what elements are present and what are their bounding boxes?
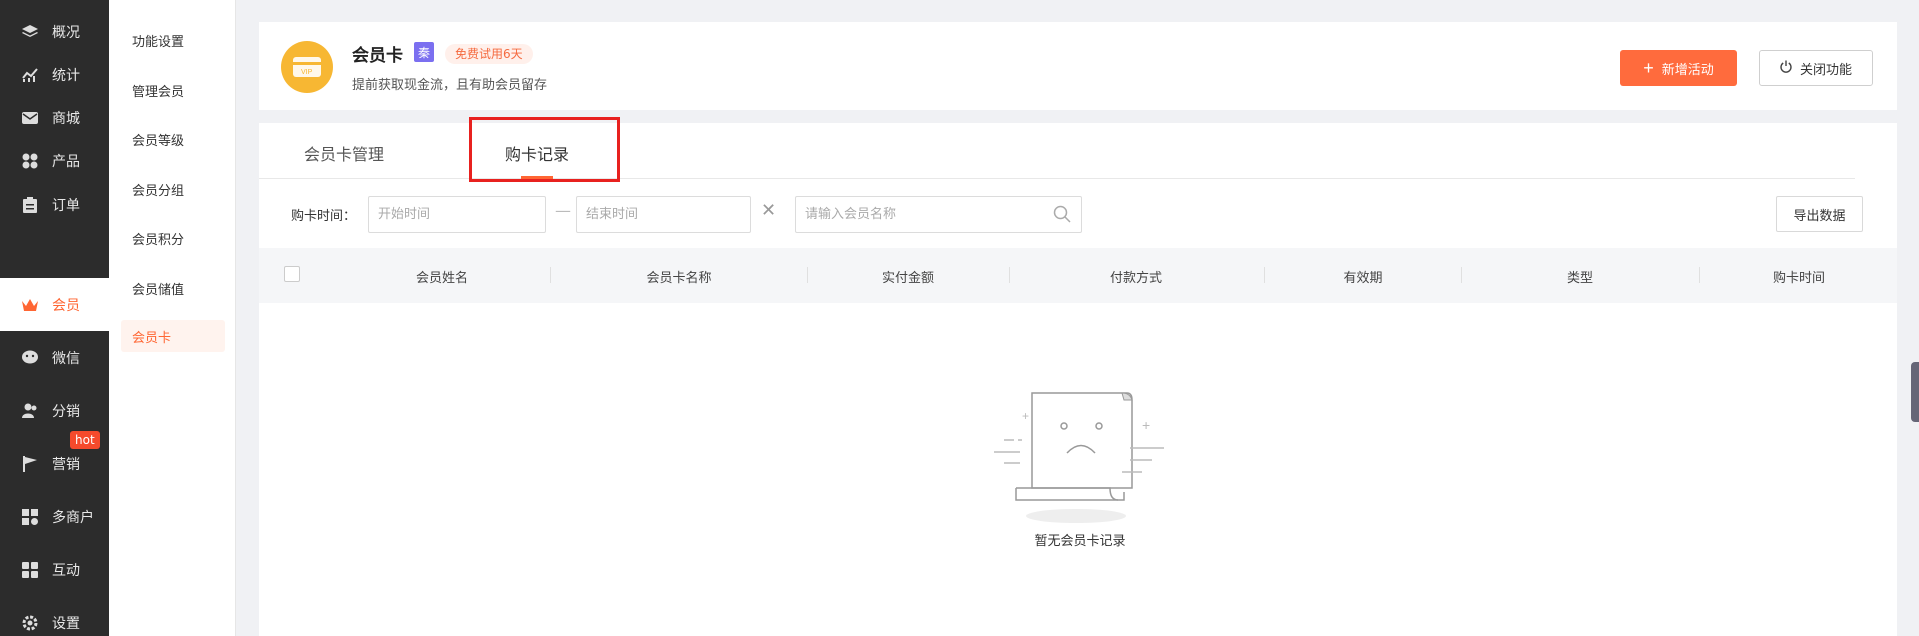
- tab-card-management[interactable]: 会员卡管理: [304, 141, 384, 165]
- close-feature-button[interactable]: 关闭功能: [1759, 50, 1873, 86]
- vip-card-logo: VIP: [281, 41, 333, 93]
- end-time-input[interactable]: [576, 196, 751, 233]
- empty-state-illustration: + +: [992, 388, 1172, 532]
- chart-icon: [20, 65, 40, 85]
- nav-label: 营销: [52, 456, 80, 473]
- nav-label: 产品: [52, 153, 80, 170]
- nav-label: 分销: [52, 403, 80, 420]
- nav-label: 商城: [52, 110, 80, 127]
- nav-item-interaction[interactable]: 互动: [0, 543, 109, 596]
- new-activity-label: 新增活动: [1661, 61, 1714, 77]
- column-divider: [1461, 267, 1462, 283]
- empty-state-text: 暂无会员卡记录: [1034, 534, 1126, 549]
- nav-label: 订单: [52, 197, 80, 214]
- purchase-time-label: 购卡时间：: [291, 209, 357, 224]
- column-header[interactable]: 类型: [1567, 267, 1593, 286]
- plugin-badge: 秦: [414, 42, 434, 62]
- svg-text:+: +: [1142, 417, 1150, 433]
- svg-text:VIP: VIP: [301, 69, 313, 76]
- nav-item-order[interactable]: 订单: [0, 178, 109, 231]
- highlight-annotation: [469, 117, 620, 182]
- nav-label: 互动: [52, 562, 80, 579]
- new-activity-button[interactable]: + 新增活动: [1620, 50, 1737, 86]
- nav-label: 概况: [52, 24, 80, 41]
- subnav-item-manage[interactable]: 管理会员: [121, 74, 225, 106]
- column-header[interactable]: 购卡时间: [1773, 267, 1825, 286]
- start-time-input[interactable]: [368, 196, 546, 233]
- store-icon: [20, 507, 40, 527]
- hot-badge: hot: [70, 431, 100, 449]
- power-icon: [1780, 60, 1792, 76]
- page-subtitle: 提前获取现金流，且有助会员留存: [352, 78, 548, 93]
- nav-label: 会员: [52, 297, 80, 314]
- side-scroll-handle[interactable]: [1911, 362, 1919, 422]
- select-all-checkbox[interactable]: [284, 266, 300, 282]
- column-divider: [807, 267, 808, 283]
- column-divider: [550, 267, 551, 283]
- mail-icon: [20, 108, 40, 128]
- subnav-item-member-card[interactable]: 会员卡: [121, 320, 225, 352]
- clipboard-icon: [20, 195, 40, 215]
- column-header[interactable]: 会员姓名: [416, 267, 468, 286]
- nav-label: 统计: [52, 67, 80, 84]
- subnav-item-points[interactable]: 会员积分: [121, 222, 225, 254]
- export-data-button[interactable]: 导出数据: [1776, 196, 1863, 232]
- clear-icon[interactable]: ✕: [761, 200, 776, 221]
- column-divider: [1264, 267, 1265, 283]
- subnav-item-stored-value[interactable]: 会员储值: [121, 272, 225, 304]
- nav-item-wechat[interactable]: 微信: [0, 331, 109, 384]
- users-icon: [20, 401, 40, 421]
- layers-icon: [20, 22, 40, 42]
- nav-item-distribution[interactable]: 分销: [0, 384, 109, 437]
- nav-label: 设置: [52, 615, 80, 632]
- subnav-item-levels[interactable]: 会员等级: [121, 123, 225, 155]
- column-divider: [1009, 267, 1010, 283]
- column-header[interactable]: 实付金额: [882, 267, 934, 286]
- plus-icon: +: [1643, 58, 1654, 78]
- search-icon[interactable]: [1053, 205, 1071, 227]
- column-header[interactable]: 付款方式: [1110, 267, 1162, 286]
- column-header[interactable]: 有效期: [1343, 267, 1382, 286]
- subnav-item-groups[interactable]: 会员分组: [121, 173, 225, 205]
- nav-label: 多商户: [52, 509, 94, 526]
- close-feature-label: 关闭功能: [1799, 61, 1852, 77]
- subnav-item-settings[interactable]: 功能设置: [121, 24, 225, 56]
- sub-nav: 功能设置 管理会员 会员等级 会员分组 会员积分 会员储值 会员卡: [109, 0, 236, 636]
- main-nav: 概况 统计 商城 产品 订单 会员 微信 分销 营销 多商户 互动 设置 hot: [0, 0, 109, 636]
- column-divider: [1699, 267, 1700, 283]
- flag-icon: [20, 454, 40, 474]
- feature-header: VIP 会员卡 秦 免费试用6天 提前获取现金流，且有助会员留存 + 新增活动 …: [259, 22, 1897, 110]
- grid-icon: [20, 151, 40, 171]
- table-header: 会员姓名 会员卡名称 实付金额 付款方式 有效期 类型 购卡时间: [259, 248, 1897, 303]
- trial-badge: 免费试用6天: [445, 44, 533, 64]
- column-header[interactable]: 会员卡名称: [646, 267, 711, 286]
- nav-item-settings[interactable]: 设置: [0, 596, 109, 636]
- nav-item-member[interactable]: 会员: [0, 278, 109, 331]
- nav-label: 微信: [52, 350, 80, 367]
- wechat-icon: [20, 348, 40, 368]
- crown-icon: [20, 295, 40, 315]
- svg-text:+: +: [1022, 409, 1029, 423]
- main-panel: 会员卡管理 购卡记录 购卡时间： — ✕ 导出数据 会员姓名 会员卡名称 实付金…: [259, 123, 1897, 636]
- range-separator: —: [555, 201, 571, 220]
- nav-item-multi-merchant[interactable]: 多商户: [0, 490, 109, 543]
- apps-icon: [20, 560, 40, 580]
- gear-icon: [20, 613, 40, 633]
- page-title: 会员卡: [352, 46, 403, 66]
- member-search-input[interactable]: [795, 196, 1082, 233]
